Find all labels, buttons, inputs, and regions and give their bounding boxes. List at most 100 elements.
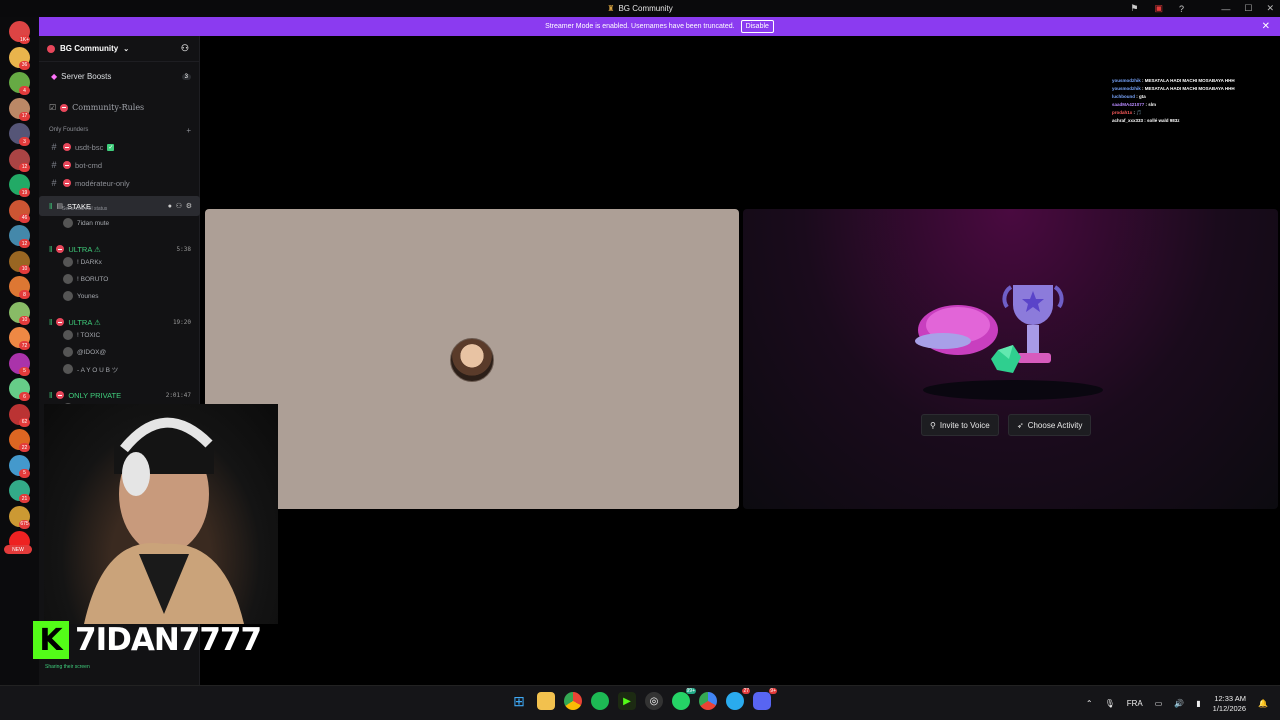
voice-channel-name: ULTRA ⚠	[68, 317, 101, 327]
whatsapp-badge: 99+	[685, 688, 696, 694]
obs-icon[interactable]: ◎	[645, 692, 663, 710]
channel-item[interactable]: # modérateur-only	[39, 178, 200, 188]
chat-text: sollé wald 983z	[1147, 118, 1180, 123]
channel-label: bot-cmd	[75, 160, 103, 170]
minimize-button[interactable]: —	[1221, 4, 1230, 14]
channel-status[interactable]: Set a channel status	[62, 206, 107, 212]
discord-badge: 9+	[769, 688, 777, 694]
server-name: BG Community	[60, 44, 119, 53]
help-icon[interactable]: ?	[1179, 4, 1184, 14]
footer-status-text: Sharing their screen	[45, 664, 90, 670]
chrome-profile-icon[interactable]	[699, 692, 717, 710]
no-entry-icon	[63, 179, 71, 187]
voice-channel-name: ULTRA ⚠	[68, 244, 101, 254]
add-member-icon[interactable]: ⚇	[181, 43, 189, 54]
flag-icon[interactable]: ⚑	[1130, 3, 1138, 14]
discord-icon[interactable]: 9+	[753, 688, 777, 710]
avatar	[63, 364, 73, 374]
stream-icon[interactable]: ▣	[1154, 3, 1163, 14]
chat-user: saadMA421077	[1112, 102, 1145, 107]
server-badge: 12	[19, 162, 30, 172]
server-badge: 5	[19, 366, 30, 376]
choose-activity-button[interactable]: ➶ Choose Activity	[1008, 414, 1092, 436]
chat-message: luchbound : gta	[1112, 94, 1146, 99]
telegram-icon[interactable]: 27	[726, 688, 750, 710]
server-badge: 10	[19, 264, 30, 274]
channel-community-rules[interactable]: ☑ Community-Rules	[39, 103, 200, 112]
server-badge: 46	[19, 213, 30, 223]
volume-icon[interactable]: 🔊	[1174, 699, 1184, 708]
disable-streamer-mode-button[interactable]: Disable	[740, 20, 774, 33]
server-badge: NEW	[4, 545, 32, 554]
chat-user: yousmodzhik	[1112, 78, 1141, 83]
battery-icon[interactable]: ▮	[1196, 699, 1200, 708]
invite-label: Invite to Voice	[939, 420, 990, 430]
language-indicator[interactable]: FRA	[1127, 699, 1143, 708]
voice-channel[interactable]: ‖ ONLY PRIVATE 2:01:47	[39, 389, 200, 401]
voice-channel[interactable]: ‖ ULTRA ⚠ 5:38	[39, 243, 200, 255]
voice-icon: ‖	[49, 201, 53, 211]
voice-user[interactable]: ! DARKx	[39, 257, 200, 267]
chevron-down-icon: ⌄	[123, 45, 130, 53]
microphone-icon[interactable]: 🎙	[1105, 699, 1115, 708]
voice-channel[interactable]: ‖ ULTRA ⚠ 19:20	[39, 316, 200, 328]
avatar	[63, 257, 73, 267]
voice-channel[interactable]: ‖ ▤ STAKE ● ⚇ ⚙ Set a channel status	[39, 196, 200, 216]
server-badge: 4	[19, 86, 30, 95]
spotify-icon[interactable]	[591, 692, 609, 710]
voice-user-name: ! TOXIC	[77, 331, 101, 339]
no-entry-icon	[56, 318, 65, 326]
voice-user[interactable]: - A Y O U B ツ	[39, 364, 200, 374]
category-only-founders[interactable]: Only Founders +	[39, 126, 200, 135]
invite-to-voice-button[interactable]: ⚲ Invite to Voice	[921, 414, 999, 436]
clock[interactable]: 12:33 AM 1/12/2026	[1213, 694, 1246, 714]
maximize-button[interactable]: ☐	[1244, 3, 1252, 14]
chat-text: gta	[1139, 94, 1146, 99]
add-channel-icon[interactable]: +	[186, 126, 191, 135]
file-explorer-icon[interactable]	[537, 692, 555, 710]
check-icon: ✓	[107, 143, 115, 151]
server-badge: 62	[19, 417, 30, 427]
chrome-icon[interactable]	[564, 692, 582, 710]
streamer-silhouette	[84, 417, 244, 624]
voice-stage: yousmodzhik : MESATALA HADI MACHI MOSABA…	[200, 36, 1280, 685]
title-bar: ♜ BG Community ⚑ ▣ ? — ☐ ✕	[0, 0, 1280, 17]
voice-icon: ‖	[49, 390, 53, 400]
taskbar-apps: ⊞ ▶ ◎ 99+ 27 9+	[510, 688, 777, 710]
whatsapp-icon[interactable]: 99+	[672, 688, 696, 710]
kick-app-icon[interactable]: ▶	[618, 692, 636, 710]
voice-user[interactable]: ! TOXIC	[39, 330, 200, 340]
server-boosts[interactable]: ◆ Server Boosts 3	[39, 72, 200, 81]
channel-label: modérateur-only	[75, 178, 130, 188]
chevron-up-icon[interactable]: ⌃	[1086, 699, 1093, 708]
voice-user[interactable]: 7idan mute	[39, 218, 200, 228]
chat-user: luchbound	[1112, 94, 1135, 99]
voice-user[interactable]: @IDOX@	[39, 347, 200, 357]
voice-user-name: - A Y O U B ツ	[77, 367, 119, 374]
channel-timer: 2:01:47	[165, 391, 191, 399]
server-icon: ♜	[607, 4, 615, 13]
server-badge: 17	[19, 111, 30, 121]
channel-item[interactable]: # bot-cmd	[39, 160, 200, 170]
user-video-tile[interactable]	[205, 209, 739, 509]
notification-icon[interactable]: 🔔	[1258, 699, 1268, 708]
clock-time: 12:33 AM	[1214, 693, 1247, 703]
voice-user[interactable]: Younes	[39, 291, 200, 301]
close-icon[interactable]: ✕	[1262, 21, 1270, 32]
window-title: BG Community	[618, 4, 673, 13]
checkbox-icon: ☑	[49, 103, 57, 112]
windows-start-icon[interactable]: ⊞	[510, 692, 528, 710]
server-header[interactable]: BG Community ⌄ ⚇	[39, 36, 199, 62]
voice-user-name: ! BORUTO	[77, 275, 109, 283]
close-window-button[interactable]: ✕	[1266, 3, 1274, 14]
channel-item[interactable]: # usdt-bsc ✓	[39, 142, 200, 152]
chat-icon[interactable]: ●	[168, 203, 172, 210]
gear-icon[interactable]: ⚙	[186, 202, 192, 210]
system-tray: ⌃ 🎙 FRA ▭ 🔊 ▮ 12:33 AM 1/12/2026 🔔	[1086, 686, 1268, 720]
add-member-icon[interactable]: ⚇	[176, 202, 182, 210]
network-icon[interactable]: ▭	[1155, 699, 1163, 708]
voice-user[interactable]: ! BORUTO	[39, 274, 200, 284]
streamer-name: 7IDAN7777	[75, 622, 262, 658]
server-badge: 19	[19, 188, 30, 197]
avatar	[63, 218, 73, 228]
